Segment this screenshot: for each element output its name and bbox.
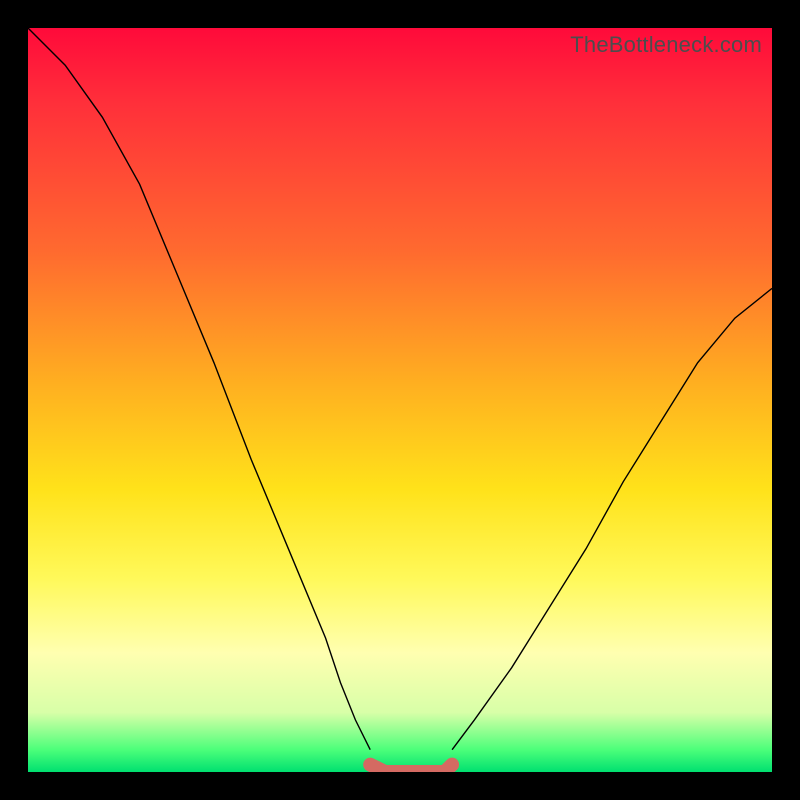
plot-area: TheBottleneck.com	[28, 28, 772, 772]
curve-right-ascent	[452, 288, 772, 749]
bottleneck-curve	[28, 28, 772, 772]
chart-frame: TheBottleneck.com	[0, 0, 800, 800]
curve-flat-minimum	[370, 765, 452, 772]
curve-left-descent	[28, 28, 370, 750]
